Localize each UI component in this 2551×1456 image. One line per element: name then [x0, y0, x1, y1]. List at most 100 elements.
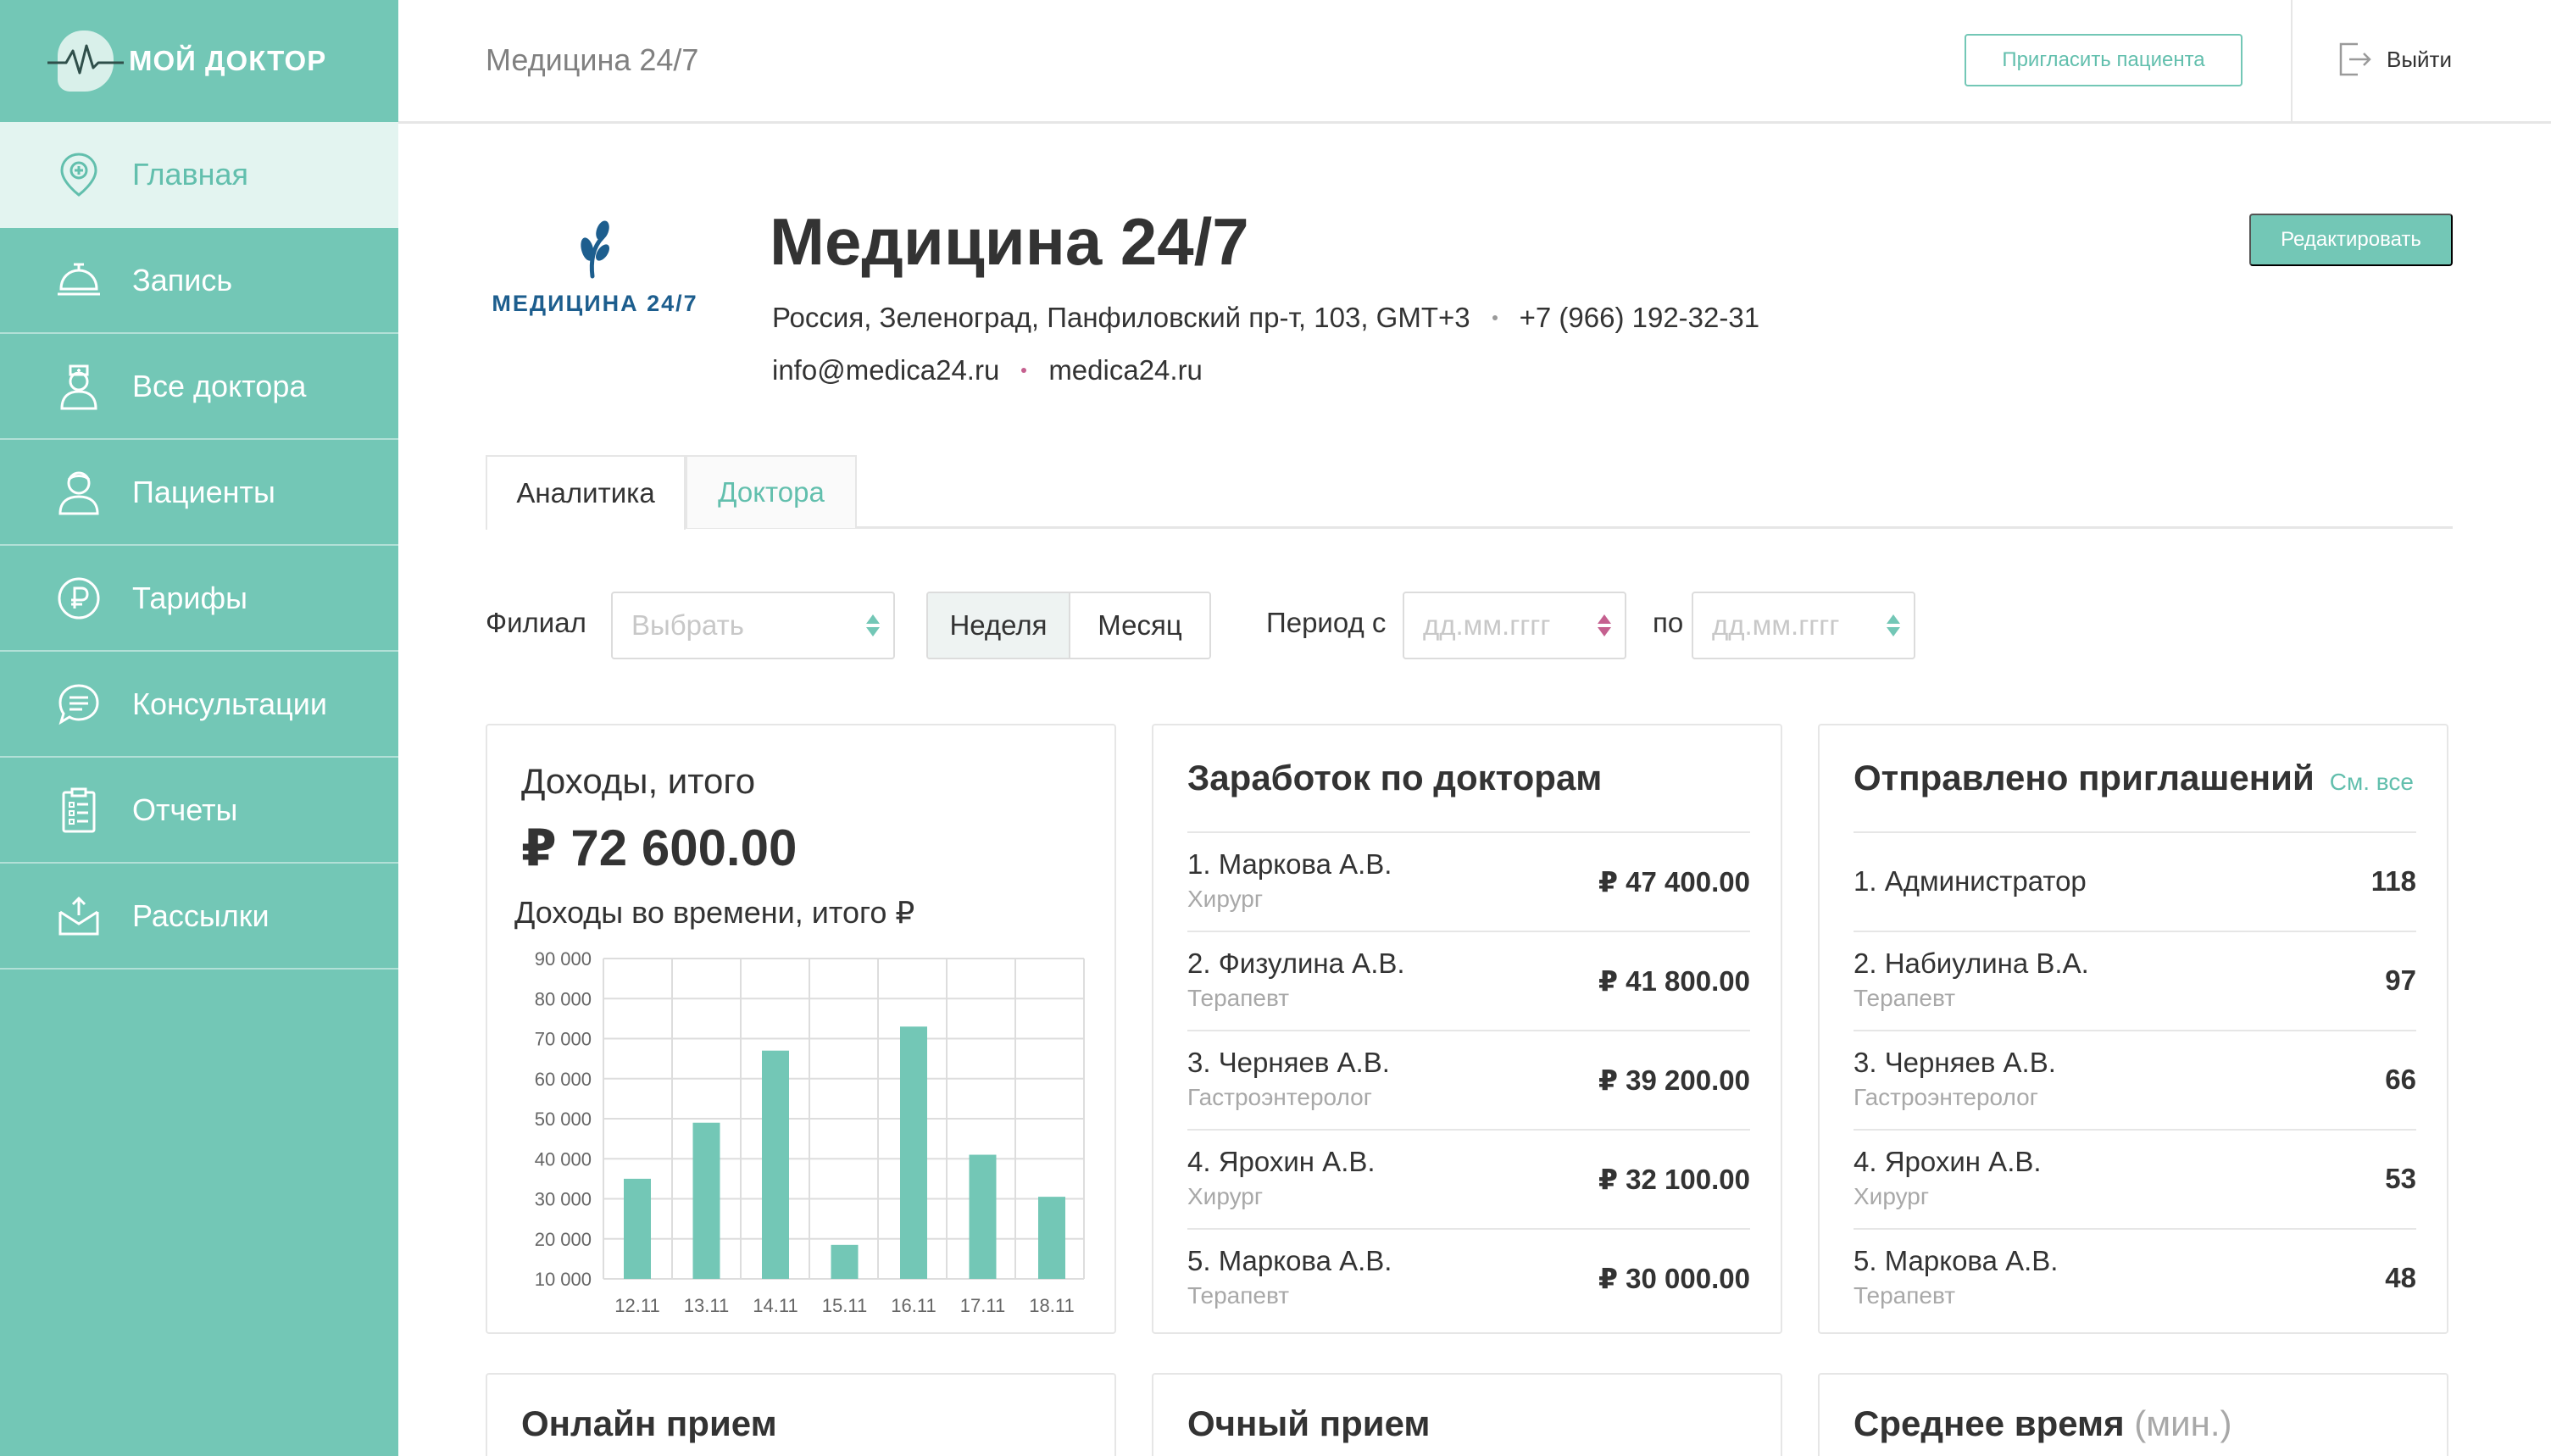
heartbeat-logo-icon	[47, 31, 124, 92]
mail-tray-icon	[56, 893, 102, 939]
invite-count: 53	[2385, 1163, 2416, 1194]
period-to-label: по	[1653, 607, 1684, 638]
logout-icon	[2339, 42, 2371, 76]
app-logo-text: МОЙ ДОКТОР	[129, 45, 327, 76]
list-item[interactable]: 3. Черняев А.В. Гастроэнтеролог ₽ 39 200…	[1187, 1030, 1750, 1129]
list-item[interactable]: 1. Администратор 118	[1854, 831, 2416, 931]
clinic-site[interactable]: medica24.ru	[1048, 354, 1203, 386]
sidebar: МОЙ ДОКТОР Главная Запись Все доктора Па…	[0, 0, 398, 1456]
edit-button[interactable]: Редактировать	[2249, 214, 2453, 266]
date-from-input[interactable]: дд.мм.гггг	[1403, 592, 1626, 659]
inviter-name: 2. Набиулина В.А.	[1854, 948, 2089, 979]
sidebar-item-booking[interactable]: Запись	[0, 228, 398, 334]
y-tick-label: 40 000	[535, 1148, 592, 1170]
sidebar-item-label: Главная	[132, 156, 249, 192]
list-item[interactable]: 2. Физулина А.В. Терапевт ₽ 41 800.00	[1187, 931, 1750, 1030]
list-item[interactable]: 2. Набиулина В.А. Терапевт 97	[1854, 931, 2416, 1030]
tab-analytics[interactable]: Аналитика	[486, 455, 686, 530]
period-toggle: Неделя Месяц	[926, 592, 1211, 659]
sidebar-item-label: Все доктора	[132, 368, 307, 403]
earnings-card-title: Заработок по докторам	[1187, 758, 1603, 797]
list-item[interactable]: 4. Ярохин А.В. Хирург 53	[1854, 1129, 2416, 1228]
y-tick-label: 30 000	[535, 1189, 592, 1210]
date-to-input[interactable]: дд.мм.гггг	[1692, 592, 1915, 659]
x-tick-label: 14.11	[753, 1295, 798, 1316]
separator-dot	[1492, 315, 1498, 320]
x-tick-label: 16.11	[891, 1295, 936, 1316]
list-item[interactable]: 5. Маркова А.В. Терапевт 48	[1854, 1228, 2416, 1327]
clinic-logo: МЕДИЦИНА 24/7	[486, 220, 703, 317]
chart-bar	[692, 1122, 720, 1279]
inviter-name: 3. Черняев А.В.	[1854, 1047, 2056, 1078]
x-tick-label: 12.11	[614, 1295, 659, 1316]
sidebar-item-doctors[interactable]: Все доктора	[0, 334, 398, 440]
invites-card: Отправлено приглашений См. все 1. Админис…	[1818, 724, 2448, 1334]
sidebar-item-label: Тарифы	[132, 580, 248, 615]
invite-count: 48	[2385, 1262, 2416, 1293]
offline-card-title: Очный прием	[1187, 1403, 1431, 1443]
doctor-earnings: ₽ 47 400.00	[1598, 866, 1750, 897]
sidebar-item-reports[interactable]: Отчеты	[0, 758, 398, 864]
doctor-earnings: ₽ 32 100.00	[1598, 1164, 1750, 1195]
list-item[interactable]: 3. Черняев А.В. Гастроэнтеролог 66	[1854, 1030, 2416, 1129]
avg-time-card: Среднее время (мин.)	[1818, 1373, 2448, 1456]
chat-icon	[56, 681, 102, 727]
sidebar-item-label: Отчеты	[132, 792, 238, 827]
income-bar-chart: 10 000 20 000 30 000 40 000 50 000 60 000 70 0…	[535, 948, 1085, 1316]
chart-bar	[762, 1050, 789, 1279]
sidebar-item-consultations[interactable]: Консультации	[0, 652, 398, 758]
see-all-link[interactable]: См. все	[2330, 769, 2414, 795]
doctor-name: 2. Физулина А.В.	[1187, 948, 1405, 979]
x-tick-label: 13.11	[684, 1295, 729, 1316]
chart-bar	[969, 1154, 997, 1279]
month-button[interactable]: Месяц	[1070, 593, 1209, 658]
income-card: Доходы, итого ₽ 72 600.00 Доходы во врем…	[486, 724, 1116, 1334]
doctor-earnings: ₽ 30 000.00	[1598, 1263, 1750, 1294]
sidebar-item-label: Пациенты	[132, 474, 275, 509]
logout-label: Выйти	[2387, 46, 2452, 72]
logout-button[interactable]: Выйти	[2336, 41, 2452, 78]
report-icon	[56, 787, 102, 833]
doctor-earnings: ₽ 39 200.00	[1598, 1064, 1750, 1096]
sidebar-item-patients[interactable]: Пациенты	[0, 440, 398, 546]
tab-doctors[interactable]: Доктора	[686, 455, 857, 528]
clinic-email[interactable]: info@medica24.ru	[772, 354, 999, 386]
y-tick-label: 90 000	[535, 948, 592, 970]
offline-card: Очный прием	[1152, 1373, 1782, 1456]
branch-select[interactable]: Выбрать	[611, 592, 895, 659]
online-card-title: Онлайн прием	[521, 1403, 777, 1443]
doctor-name: 1. Маркова А.В.	[1187, 848, 1392, 880]
week-button[interactable]: Неделя	[928, 593, 1070, 658]
sidebar-item-tariffs[interactable]: Тарифы	[0, 546, 398, 652]
date-stepper-icon	[1598, 614, 1611, 636]
list-item[interactable]: 1. Маркова А.В. Хирург ₽ 47 400.00	[1187, 831, 1750, 931]
y-tick-label: 10 000	[535, 1269, 592, 1290]
sidebar-item-home[interactable]: Главная	[0, 122, 398, 228]
branch-select-placeholder: Выбрать	[631, 609, 744, 641]
y-tick-label: 70 000	[535, 1029, 592, 1050]
list-item[interactable]: 4. Ярохин А.В. Хирург ₽ 32 100.00	[1187, 1129, 1750, 1228]
online-card: Онлайн прием	[486, 1373, 1116, 1456]
doctor-specialty: Терапевт	[1187, 985, 1290, 1011]
date-stepper-icon	[1887, 614, 1900, 636]
app-logo[interactable]: МОЙ ДОКТОР	[0, 0, 398, 122]
inviter-name: 5. Маркова А.В.	[1854, 1245, 2059, 1276]
doctor-icon	[56, 364, 102, 409]
date-to-placeholder: дд.мм.гггг	[1712, 609, 1840, 641]
doctor-name: 5. Маркова А.В.	[1187, 1245, 1392, 1276]
x-tick-label: 15.11	[822, 1295, 867, 1316]
doctor-specialty: Хирург	[1187, 1183, 1264, 1209]
sidebar-item-label: Рассылки	[132, 897, 270, 933]
inviter-name: 1. Администратор	[1854, 865, 2087, 897]
y-tick-label: 60 000	[535, 1069, 592, 1090]
clinic-name: Медицина 24/7	[770, 204, 1249, 279]
inviter-specialty: Терапевт	[1854, 1282, 1956, 1309]
earnings-list: 1. Маркова А.В. Хирург ₽ 47 400.00 2. Фи…	[1187, 831, 1750, 1327]
invites-title-text: Отправлено приглашений	[1854, 758, 2315, 797]
invite-patient-button[interactable]: Пригласить пациента	[1965, 34, 2243, 86]
sidebar-item-mailings[interactable]: Рассылки	[0, 864, 398, 970]
date-from-placeholder: дд.мм.гггг	[1423, 609, 1551, 641]
select-arrows-icon	[866, 614, 880, 636]
list-item[interactable]: 5. Маркова А.В. Терапевт ₽ 30 000.00	[1187, 1228, 1750, 1327]
x-tick-label: 17.11	[960, 1295, 1005, 1316]
